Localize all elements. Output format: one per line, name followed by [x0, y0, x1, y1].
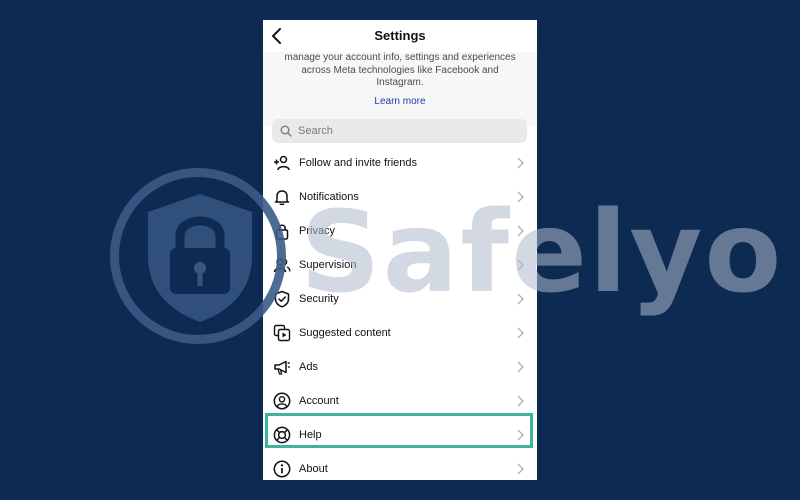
people-icon: [273, 258, 291, 273]
chevron-right-icon: [517, 191, 524, 203]
chevron-right-icon: [517, 259, 524, 271]
menu-item-help[interactable]: Help: [263, 418, 537, 452]
menu-item-label: Follow and invite friends: [299, 157, 418, 169]
search-input[interactable]: Search: [272, 119, 527, 143]
menu-item-account[interactable]: Account: [263, 384, 537, 418]
watermark-shield-lock-icon: [148, 194, 252, 322]
menu-item-security[interactable]: Security: [263, 282, 537, 316]
megaphone-icon: [274, 360, 290, 375]
user-circle-icon: [273, 392, 291, 410]
media-play-icon: [273, 324, 291, 342]
menu-item-label: Help: [299, 429, 322, 441]
search-placeholder: Search: [298, 125, 333, 137]
chevron-right-icon: [517, 225, 524, 237]
menu-item-label: Account: [299, 395, 339, 407]
menu-item-about[interactable]: About: [263, 452, 537, 480]
settings-panel: Settings manage your account info, setti…: [263, 20, 537, 480]
menu-item-follow-invite[interactable]: Follow and invite friends: [263, 146, 537, 180]
learn-more-link[interactable]: Learn more: [263, 96, 537, 107]
menu-item-privacy[interactable]: Privacy: [263, 214, 537, 248]
menu-item-label: Suggested content: [299, 327, 391, 339]
watermark-ring: [110, 168, 286, 344]
chevron-right-icon: [517, 395, 524, 407]
menu-item-suggested-content[interactable]: Suggested content: [263, 316, 537, 350]
menu-item-supervision[interactable]: Supervision: [263, 248, 537, 282]
info-icon: [273, 460, 291, 478]
menu-item-label: Privacy: [299, 225, 336, 237]
menu-item-label: Security: [299, 293, 339, 305]
menu-item-label: Notifications: [299, 191, 359, 203]
menu-item-ads[interactable]: Ads: [263, 350, 537, 384]
lock-icon: [275, 224, 289, 240]
add-person-icon: [274, 155, 290, 171]
chevron-right-icon: [517, 157, 524, 169]
menu-item-notifications[interactable]: Notifications: [263, 180, 537, 214]
page-title: Settings: [374, 28, 426, 43]
chevron-right-icon: [517, 293, 524, 305]
menu-item-label: Supervision: [299, 259, 357, 271]
menu-item-label: About: [299, 463, 328, 475]
info-text: manage your account info, settings and e…: [284, 52, 516, 88]
bell-icon: [274, 190, 290, 206]
chevron-right-icon: [517, 429, 524, 441]
account-center-info: manage your account info, settings and e…: [263, 52, 537, 126]
chevron-right-icon: [517, 463, 524, 475]
shield-check-icon: [274, 290, 290, 308]
chevron-right-icon: [517, 327, 524, 339]
chevron-right-icon: [517, 361, 524, 373]
lifebuoy-icon: [273, 426, 291, 444]
search-icon: [280, 125, 292, 137]
header: Settings: [263, 20, 537, 52]
menu-item-label: Ads: [299, 361, 318, 373]
